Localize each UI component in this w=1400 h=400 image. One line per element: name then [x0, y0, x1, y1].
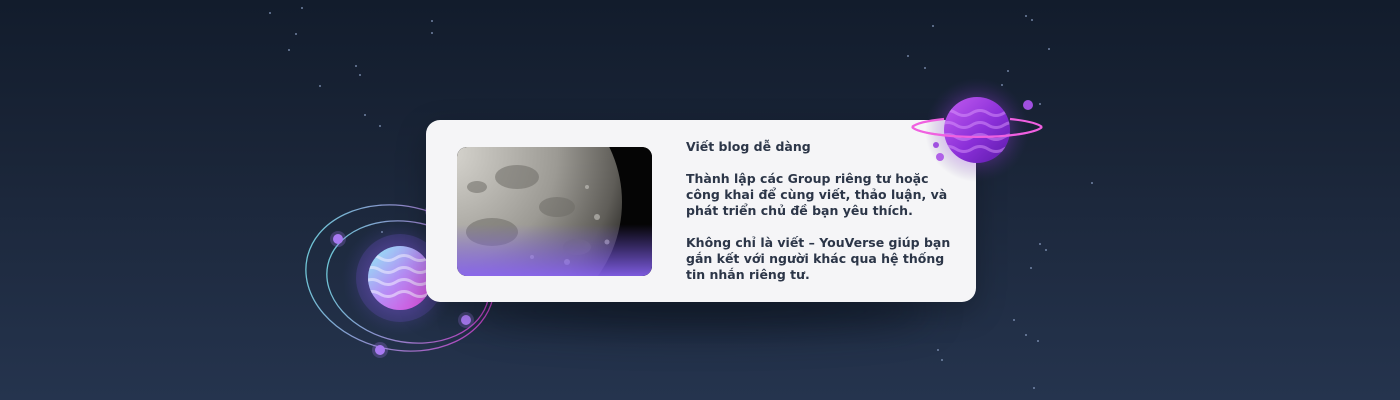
card-paragraph-messaging: Không chỉ là viết – YouVerse giúp bạn gắ… — [686, 235, 951, 282]
feature-card: Viết blog dễ dàng Thành lập các Group ri… — [426, 120, 976, 302]
ringed-planet-icon — [900, 75, 1060, 199]
moon-photo — [457, 147, 652, 276]
banner-scene: Viết blog dễ dàng Thành lập các Group ri… — [0, 0, 1400, 400]
